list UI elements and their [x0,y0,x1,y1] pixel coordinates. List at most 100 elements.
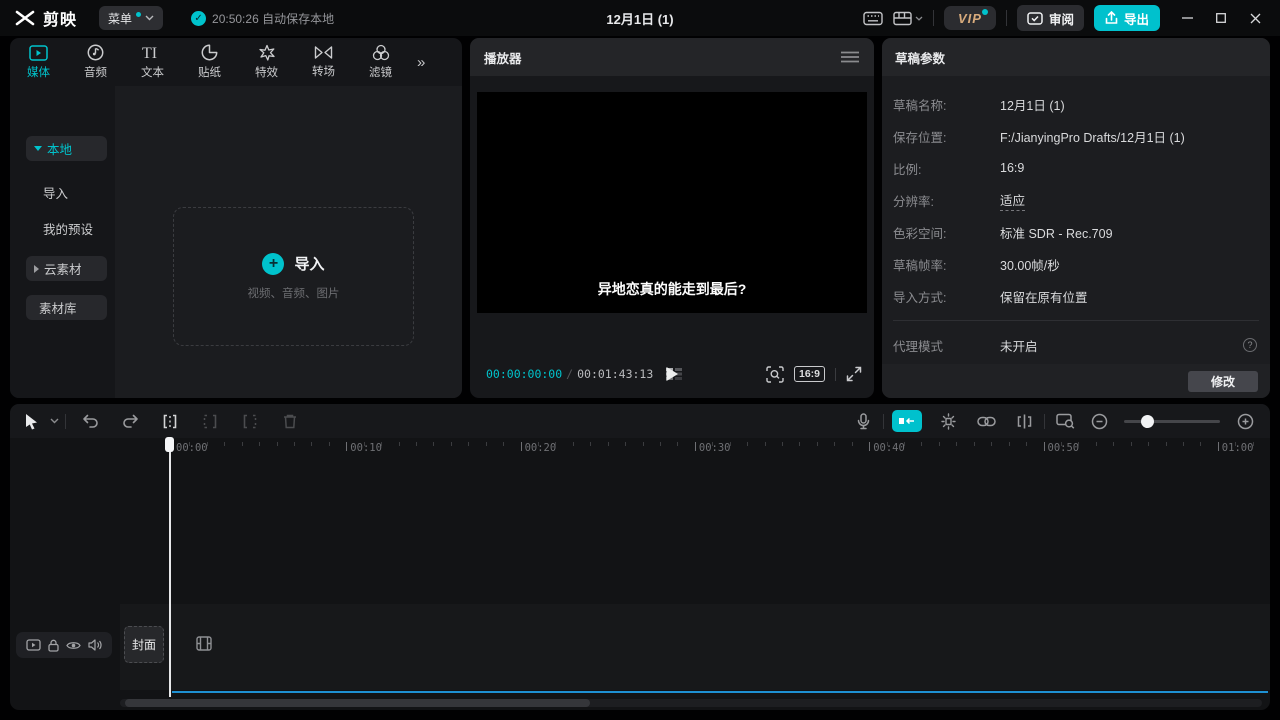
zoom-in-icon[interactable] [1228,404,1262,438]
divider [1006,10,1007,26]
sidebar-label: 我的预设 [43,219,93,238]
select-tool-button[interactable] [16,404,46,438]
draft-row-resolution: 分辨率: 适应 [882,184,1270,216]
sidebar-label: 导入 [43,183,68,202]
clip-film-icon[interactable] [196,636,212,651]
sidebar-item-local[interactable]: 本地 [26,136,107,161]
ruler-tick [730,442,731,446]
sidebar-item-import[interactable]: 导入 [26,180,107,205]
window-maximize-button[interactable] [1204,3,1238,33]
cover-button[interactable]: 封面 [124,626,164,663]
auto-snap-button[interactable] [931,404,965,438]
fullscreen-icon[interactable] [846,366,862,382]
split-button[interactable] [153,404,187,438]
ruler-tick [224,442,225,446]
timeline-ruler[interactable]: 00:0000:1000:2000:3000:4000:5001:00 [10,438,1266,462]
time-separator: / [562,367,577,381]
timeline-panel: 00:0000:1000:2000:3000:4000:5001:00 封面 [10,404,1270,710]
linkage-button[interactable] [969,404,1003,438]
scrollbar-thumb[interactable] [125,699,590,707]
lock-icon[interactable] [48,639,59,652]
titlebar: 剪映 菜单 ✓ 20:50:26 自动保存本地 12月1日 (1) VIP 审阅 [0,0,1280,36]
ruler-tick [799,442,800,446]
preview-axis-button[interactable] [1007,404,1041,438]
sidebar-item-presets[interactable]: 我的预设 [26,216,107,241]
eye-icon[interactable] [66,640,81,651]
select-tool-chevron[interactable] [46,404,62,438]
tab-text[interactable]: TI 文本 [124,44,181,80]
playhead-line[interactable] [169,437,171,697]
row-label: 代理模式 [893,336,1000,355]
sidebar-label: 素材库 [39,298,77,317]
help-icon[interactable]: ? [1243,338,1257,352]
sticker-icon [201,44,218,61]
tab-audio[interactable]: 音频 [67,44,124,80]
tab-effects[interactable]: 特效 [238,44,295,80]
window-minimize-button[interactable] [1170,3,1204,33]
ruler-tick [1253,442,1254,446]
horizontal-scrollbar[interactable] [120,699,1262,707]
export-button[interactable]: 导出 [1094,5,1160,31]
sidebar-item-cloud[interactable]: 云素材 [26,256,107,281]
play-button[interactable] [665,366,679,382]
zoom-slider-handle[interactable] [1141,415,1154,428]
track-type-icon[interactable] [26,639,41,651]
layout-switch-icon[interactable] [893,11,923,26]
delete-button[interactable] [273,404,307,438]
window-close-button[interactable] [1238,3,1272,33]
autosave-check-icon: ✓ [191,11,206,26]
review-button[interactable]: 审阅 [1017,5,1084,31]
ruler-tick [887,442,888,446]
row-value: 12月1日 (1) [1000,95,1065,114]
main-track-lane[interactable] [120,604,1270,690]
media-tab-strip: 媒体 音频 TI 文本 贴纸 特效 转场 滤镜 » [10,38,462,86]
import-dropzone[interactable]: + 导入 视频、音频、图片 [173,207,414,346]
tab-media[interactable]: 媒体 [10,45,67,80]
timeline-zoom-slider[interactable] [1124,420,1220,423]
delete-left-button[interactable] [193,404,227,438]
ruler-tick [1078,442,1079,446]
record-voiceover-icon[interactable] [846,404,880,438]
row-label: 比例: [893,159,1000,178]
playhead-handle[interactable] [165,437,174,452]
row-value[interactable]: 适应 [1000,190,1025,211]
transition-icon [314,45,333,60]
video-preview[interactable]: 异地恋真的能走到最后? [477,92,867,313]
delete-right-button[interactable] [233,404,267,438]
tab-sticker[interactable]: 贴纸 [181,44,238,80]
redo-button[interactable] [113,404,147,438]
plus-icon: + [262,253,284,275]
row-label: 分辨率: [893,191,1000,210]
track-header-controls [16,632,112,658]
speaker-icon[interactable] [88,639,102,651]
tab-filter[interactable]: 滤镜 [352,44,409,80]
chevron-down-icon [145,15,154,21]
magnet-icon [898,416,916,426]
preview-magnifier-icon[interactable] [766,366,784,383]
ruler-tick [974,442,975,446]
player-menu-icon[interactable] [840,51,860,63]
review-icon [1027,12,1043,25]
modify-button[interactable]: 修改 [1188,371,1258,392]
undo-button[interactable] [73,404,107,438]
divider [65,414,66,429]
sidebar-label: 本地 [47,139,72,158]
tabs-expand-button[interactable]: » [417,54,425,71]
ruler-tick [207,442,208,446]
menu-button[interactable]: 菜单 [99,6,163,30]
tab-transition[interactable]: 转场 [295,45,352,79]
shortcut-keyboard-icon[interactable] [863,11,883,26]
zoom-out-icon[interactable] [1082,404,1116,438]
vip-button[interactable]: VIP [944,6,996,30]
main-track-magnet-button[interactable] [892,410,922,432]
ruler-tick [503,442,504,446]
ratio-button[interactable]: 16:9 [794,366,825,382]
autosave-status: ✓ 20:50:26 自动保存本地 [191,10,334,27]
player-controls: 00:00:00:00/00:01:43:13 16:9 [470,361,874,387]
menu-label: 菜单 [108,10,132,27]
export-label: 导出 [1124,9,1149,28]
row-label: 草稿名称: [893,95,1000,114]
global-preview-zoom-button[interactable] [1048,404,1082,438]
ruler-tick [921,442,922,446]
sidebar-item-library[interactable]: 素材库 [26,295,107,320]
